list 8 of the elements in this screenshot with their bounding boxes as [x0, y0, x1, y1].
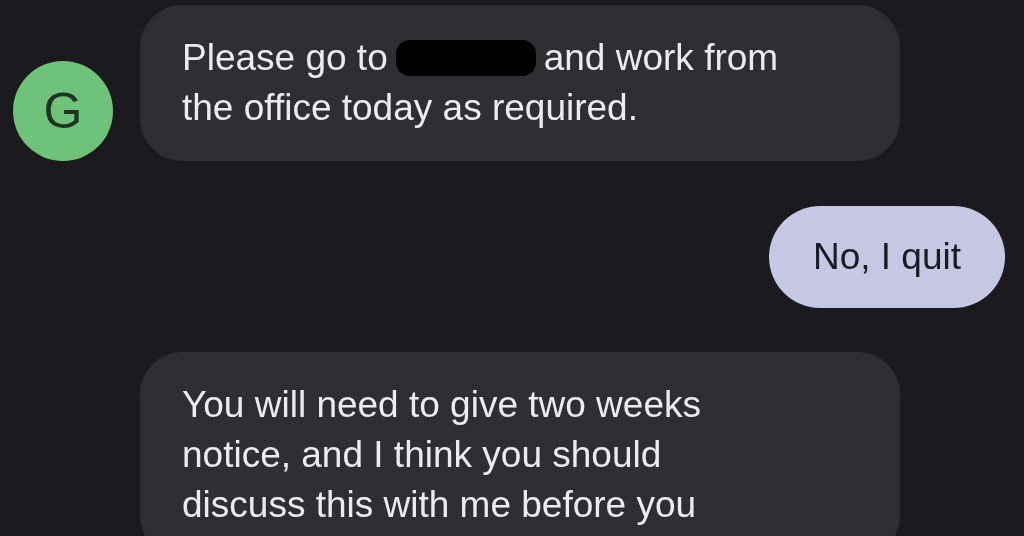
message-text: and work from [543, 36, 779, 81]
message-text: the office today as required. [182, 86, 638, 131]
message-text: You will need to give two weeks [182, 383, 701, 428]
message-text: notice, and I think you should [182, 433, 662, 478]
avatar: G [13, 61, 113, 161]
message-text: No, I quit [812, 235, 961, 280]
message-text: Please go to [182, 36, 388, 81]
message-text: discuss this with me before you [182, 483, 697, 528]
